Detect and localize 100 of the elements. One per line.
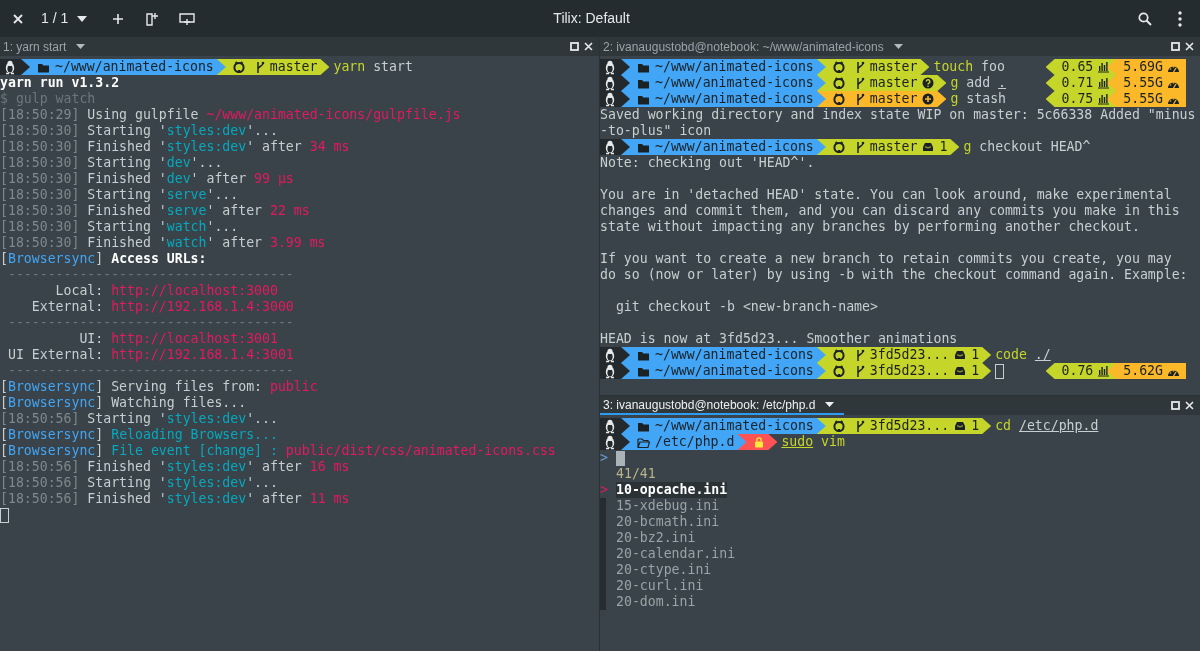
- file-list-item[interactable]: 20-calendar.ini: [616, 546, 736, 562]
- terminal-line: [18:50:30] Finished 'watch' after 3.99 ms: [0, 235, 326, 251]
- directory-path: ~/www/animated-icons: [655, 75, 814, 91]
- directory-path: ~/www/animated-icons: [655, 347, 814, 363]
- more-icon[interactable]: [1178, 10, 1182, 27]
- cat-icon: [832, 141, 845, 153]
- stash-count: 1: [939, 139, 948, 155]
- screen-plus-icon[interactable]: [179, 11, 196, 26]
- branch-name: master: [869, 59, 918, 75]
- terminal-line: ------------------------------------: [6, 267, 294, 283]
- caret-icon[interactable]: [77, 15, 88, 22]
- terminal-line: UI External: http://192.168.1.4:3001: [6, 347, 294, 363]
- file-list-item[interactable]: 10-opcache.ini: [616, 482, 728, 498]
- cat-icon: [832, 77, 845, 89]
- memory-usage: 5.55G: [1123, 75, 1163, 91]
- command-text: yarn start: [333, 59, 413, 75]
- terminal-line: -to-plus" icon: [600, 123, 712, 139]
- terminal-line: External: http://192.168.1.4:3000: [30, 299, 294, 315]
- terminal-line: Saved working directory and index state WIP on master: 5c66338 Added "minus: [600, 107, 1196, 123]
- command-text: g checkout HEAD^: [963, 139, 1091, 155]
- caret-icon[interactable]: [825, 402, 835, 407]
- terminal-line: >: [600, 450, 608, 466]
- file-list-item[interactable]: 20-bcmath.ini: [616, 514, 720, 530]
- terminal-line: HEAD is now at 3fd5d23... Smoother animations: [600, 331, 958, 347]
- directory-path: ~/www/animated-icons: [655, 91, 814, 107]
- directory-path: /etc/php.d: [655, 434, 735, 450]
- terminal-line: You are in 'detached HEAD' state. You can look around, make experimental: [600, 187, 1172, 203]
- caret-icon[interactable]: [893, 44, 903, 49]
- terminal-line: [18:50:56] Starting 'styles:dev'...: [0, 475, 278, 491]
- terminal-line: ------------------------------------: [6, 315, 294, 331]
- cat-icon: [832, 349, 845, 361]
- close-icon[interactable]: [1185, 42, 1194, 51]
- file-list-item[interactable]: 20-bz2.ini: [616, 530, 696, 546]
- command-text: g add .: [950, 75, 1007, 91]
- lock-icon: [753, 436, 766, 448]
- directory-path: ~/www/animated-icons: [655, 363, 814, 379]
- terminal-line: [18:50:56] Finished 'styles:dev' after 16 ms: [0, 459, 350, 475]
- terminal-line: git checkout -b <new-branch-name>: [614, 299, 878, 315]
- terminal-line: [18:50:29] Using gulpfile ~/www/animated-icons/gulpfile.js: [0, 107, 461, 123]
- memory-usage: 5.62G: [1123, 363, 1163, 379]
- directory-path: ~/www/animated-icons: [55, 59, 214, 75]
- file-list-item[interactable]: 20-curl.ini: [616, 578, 704, 594]
- command-text: touch foo: [933, 59, 1005, 75]
- branch-name: 3fd5d23...: [869, 418, 950, 434]
- terminal-line: Local: http://localhost:3000: [54, 283, 278, 299]
- close-icon[interactable]: [1185, 401, 1194, 410]
- maximize-icon[interactable]: [1171, 42, 1180, 51]
- memory-usage: 5.69G: [1123, 59, 1163, 75]
- document-plus-icon[interactable]: [145, 11, 160, 26]
- directory-path: ~/www/animated-icons: [655, 59, 814, 75]
- terminal-line: [Browsersync] Serving files from: public: [0, 379, 318, 395]
- bar-chart-icon: [1097, 61, 1111, 73]
- terminal-line: [18:50:30] Finished 'dev' after 99 μs: [0, 171, 294, 187]
- maximize-icon[interactable]: [1171, 401, 1180, 410]
- terminal-line: [18:50:30] Starting 'serve'...: [0, 187, 239, 203]
- close-icon[interactable]: [11, 11, 25, 26]
- load-average: 0.76: [1061, 363, 1094, 379]
- session-switcher[interactable]: 1 / 1: [41, 8, 69, 29]
- caret-icon[interactable]: [76, 44, 86, 49]
- terminal-line: [18:50:30] Finished 'styles:dev' after 34 ms: [0, 139, 350, 155]
- cat-icon: [232, 61, 245, 73]
- close-icon[interactable]: [584, 42, 593, 51]
- terminal-line: do so (now or later) by using -b with the checkout command again. Example:: [600, 267, 1188, 283]
- terminal-line: UI: http://localhost:3001: [78, 331, 278, 347]
- maximize-icon[interactable]: [570, 42, 579, 51]
- command-text: g stash: [950, 91, 1007, 107]
- terminal-line: yarn run v1.3.2: [0, 75, 120, 91]
- search-icon[interactable]: [1138, 11, 1152, 26]
- branch-name: master: [269, 59, 318, 75]
- selection-marker: >: [600, 482, 608, 498]
- command-text: code ./: [995, 347, 1051, 363]
- stash-count: 1: [971, 418, 980, 434]
- command-text: cd /etc/php.d: [995, 418, 1099, 434]
- terminal-line: [18:50:56] Finished 'styles:dev' after 11 ms: [0, 491, 350, 507]
- bar-chart-icon: [1097, 93, 1111, 105]
- cat-icon: [832, 61, 845, 73]
- command-text: sudo vim: [781, 434, 845, 450]
- terminal-line: [Browsersync] Reloading Browsers...: [0, 427, 278, 443]
- load-average: 0.75: [1061, 91, 1094, 107]
- memory-usage: 5.55G: [1123, 91, 1163, 107]
- terminal-line: state without impacting any branches by performing another checkout.: [600, 219, 1140, 235]
- directory-path: ~/www/animated-icons: [655, 418, 814, 434]
- terminal-line: [18:50:30] Starting 'watch'...: [0, 219, 239, 235]
- add-icon[interactable]: [112, 12, 125, 25]
- branch-name: master: [869, 75, 918, 91]
- terminal-line: [18:50:30] Starting 'dev'...: [0, 155, 223, 171]
- match-count: 41/41: [615, 466, 656, 482]
- pane-title[interactable]: 1: yarn start: [3, 37, 67, 56]
- terminal-line: ------------------------------------: [6, 363, 294, 379]
- file-list-item[interactable]: 20-ctype.ini: [616, 562, 712, 578]
- folder-icon: [637, 435, 650, 449]
- load-average: 0.71: [1061, 75, 1094, 91]
- terminal-line: If you want to create a new branch to retain commits you create, you may: [600, 251, 1172, 267]
- terminal-line: [Browsersync] Watching files...: [0, 395, 247, 411]
- file-list-item[interactable]: 20-dom.ini: [616, 594, 696, 610]
- file-list-item[interactable]: 15-xdebug.ini: [616, 498, 720, 514]
- cat-icon: [832, 365, 845, 377]
- window-title: Tilix: Default: [552, 9, 631, 28]
- bar-chart-icon: [1097, 365, 1111, 377]
- terminal-line: [Browsersync] File event [change] : public/dist/css/animated-icons.css: [0, 443, 556, 459]
